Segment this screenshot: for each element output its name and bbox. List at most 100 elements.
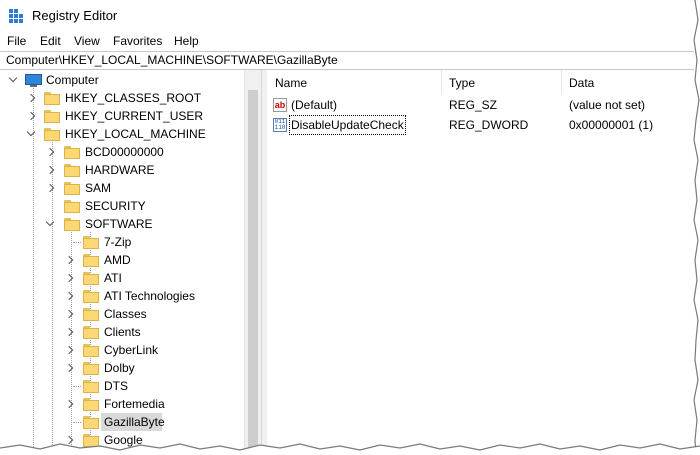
column-separator[interactable] <box>561 70 562 94</box>
binary-value-icon: 011 110 <box>273 118 287 132</box>
tree-item-hkey-classes-root[interactable]: HKEY_CLASSES_ROOT <box>0 89 244 107</box>
column-separator[interactable] <box>441 70 442 94</box>
registry-editor-icon <box>9 9 23 23</box>
tree-connector <box>73 242 81 243</box>
address-bar[interactable]: Computer\HKEY_LOCAL_MACHINE\SOFTWARE\Gaz… <box>0 51 694 70</box>
tree-item-amd[interactable]: AMD <box>0 251 244 269</box>
string-value-icon: ab <box>273 98 287 112</box>
tree-item-security[interactable]: SECURITY <box>0 197 244 215</box>
tree-item-ati[interactable]: ATI <box>0 269 244 287</box>
tree-connector <box>73 386 81 387</box>
tree-item-label: Dolby <box>104 361 135 375</box>
menu-bar: File Edit View Favorites Help <box>0 32 700 51</box>
folder-icon <box>64 200 80 213</box>
chevron-right-icon[interactable] <box>64 327 74 337</box>
folder-icon <box>83 290 99 303</box>
folder-icon <box>64 218 80 231</box>
tree-item-classes[interactable]: Classes <box>0 305 244 323</box>
chevron-right-icon[interactable] <box>64 273 74 283</box>
tree-item-clients[interactable]: Clients <box>0 323 244 341</box>
tree-item-hkey-current-user[interactable]: HKEY_CURRENT_USER <box>0 107 244 125</box>
tree-item-label: ATI Technologies <box>104 289 195 303</box>
value-name: (Default) <box>291 98 338 112</box>
tree-item-label: BCD00000000 <box>85 145 164 159</box>
tree-item-hkey-local-machine[interactable]: HKEY_LOCAL_MACHINE <box>0 125 244 143</box>
tree-item-label: HKEY_CLASSES_ROOT <box>65 91 202 105</box>
tree-item-label: HKEY_CURRENT_USER <box>65 109 204 123</box>
value-name: DisableUpdateCheck <box>289 115 406 135</box>
menu-favorites[interactable]: Favorites <box>113 34 162 48</box>
tree-item-gazillabyte[interactable]: GazillaByte <box>0 413 244 431</box>
column-header-name[interactable]: Name <box>275 76 307 90</box>
tree-item-sam[interactable]: SAM <box>0 179 244 197</box>
computer-icon <box>25 74 42 87</box>
chevron-down-icon[interactable] <box>8 73 18 83</box>
tree-item-label: SECURITY <box>85 199 146 213</box>
folder-icon <box>83 344 99 357</box>
chevron-right-icon[interactable] <box>45 183 55 193</box>
tree-item-label: Computer <box>46 73 99 87</box>
folder-icon <box>44 128 60 141</box>
tree-item-label: GazillaByte <box>104 415 165 429</box>
chevron-right-icon[interactable] <box>26 111 36 121</box>
folder-icon <box>83 380 99 393</box>
chevron-right-icon[interactable] <box>64 345 74 355</box>
tree-item-bcd[interactable]: BCD00000000 <box>0 143 244 161</box>
value-data: (value not set) <box>569 98 646 112</box>
menu-view[interactable]: View <box>74 34 100 48</box>
key-tree[interactable]: Computer HKEY_CLASSES_ROOT HKEY_CURRENT_… <box>0 70 261 455</box>
tree-item-cyberlink[interactable]: CyberLink <box>0 341 244 359</box>
folder-icon <box>64 164 80 177</box>
chevron-right-icon[interactable] <box>64 309 74 319</box>
scrollbar-thumb[interactable] <box>248 90 258 455</box>
menu-file[interactable]: File <box>7 34 26 48</box>
chevron-down-icon[interactable] <box>26 127 36 137</box>
tree-item-fortemedia[interactable]: Fortemedia <box>0 395 244 413</box>
tree-item-label: HARDWARE <box>85 163 155 177</box>
value-data: 0x00000001 (1) <box>569 118 654 132</box>
address-path[interactable]: Computer\HKEY_LOCAL_MACHINE\SOFTWARE\Gaz… <box>6 53 338 67</box>
chevron-right-icon[interactable] <box>64 255 74 265</box>
chevron-right-icon[interactable] <box>64 291 74 301</box>
tree-connector <box>73 422 81 423</box>
tree-item-label: HKEY_LOCAL_MACHINE <box>65 127 206 141</box>
title-bar: Registry Editor <box>0 0 700 32</box>
chevron-right-icon[interactable] <box>64 363 74 373</box>
menu-help[interactable]: Help <box>174 34 199 48</box>
tree-item-label: AMD <box>104 253 131 267</box>
chevron-down-icon[interactable] <box>45 217 55 227</box>
tree-item-7zip[interactable]: 7-Zip <box>0 233 244 251</box>
values-list[interactable]: Name Type Data ab (Default) REG_SZ (valu… <box>267 70 697 455</box>
tree-item-dolby[interactable]: Dolby <box>0 359 244 377</box>
tree-item-ati-technologies[interactable]: ATI Technologies <box>0 287 244 305</box>
value-type: REG_DWORD <box>449 118 529 132</box>
folder-icon <box>83 416 99 429</box>
tree-item-hardware[interactable]: HARDWARE <box>0 161 244 179</box>
folder-icon <box>83 236 99 249</box>
value-row[interactable]: ab (Default) REG_SZ (value not set) <box>267 96 687 114</box>
chevron-right-icon[interactable] <box>26 93 36 103</box>
folder-icon <box>83 362 99 375</box>
torn-edge-bottom <box>0 443 700 455</box>
folder-icon <box>64 146 80 159</box>
window-title: Registry Editor <box>32 8 118 23</box>
folder-icon <box>83 398 99 411</box>
tree-item-label: 7-Zip <box>104 235 132 249</box>
folder-icon <box>83 254 99 267</box>
tree-item-label: Fortemedia <box>104 397 165 411</box>
tree-item-label: CyberLink <box>104 343 159 357</box>
tree-item-label: Classes <box>104 307 147 321</box>
chevron-right-icon[interactable] <box>64 399 74 409</box>
column-header-data[interactable]: Data <box>569 76 594 90</box>
folder-icon <box>83 272 99 285</box>
chevron-right-icon[interactable] <box>45 147 55 157</box>
folder-icon <box>83 326 99 339</box>
tree-scrollbar[interactable] <box>244 70 262 455</box>
value-row[interactable]: 011 110 DisableUpdateCheck REG_DWORD 0x00… <box>267 115 687 135</box>
chevron-right-icon[interactable] <box>45 165 55 175</box>
tree-item-software[interactable]: SOFTWARE <box>0 215 244 233</box>
column-header-type[interactable]: Type <box>449 76 475 90</box>
menu-edit[interactable]: Edit <box>40 34 61 48</box>
tree-item-computer[interactable]: Computer <box>0 71 244 89</box>
tree-item-dts[interactable]: DTS <box>0 377 244 395</box>
